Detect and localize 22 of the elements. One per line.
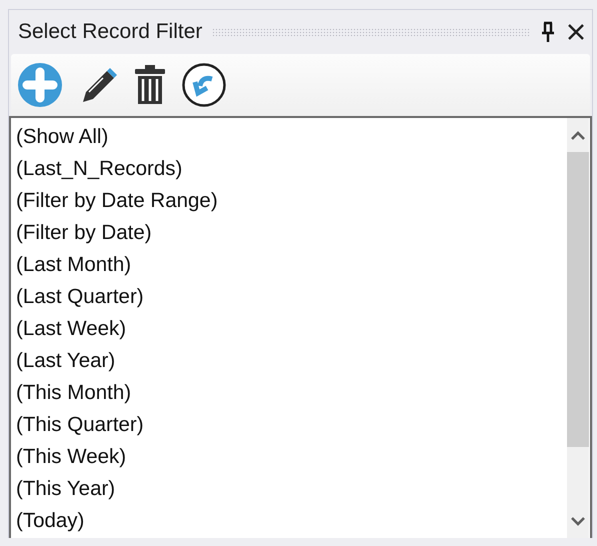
drag-grip[interactable] <box>212 28 530 36</box>
filter-item[interactable]: (Last Month) <box>11 249 567 281</box>
filter-item[interactable]: (This Quarter) <box>11 409 567 441</box>
filter-item[interactable]: (Today) <box>11 505 567 537</box>
filter-item[interactable]: (Last Quarter) <box>11 281 567 313</box>
delete-button[interactable] <box>133 64 167 106</box>
filter-item[interactable]: (This Week) <box>11 441 567 473</box>
back-button[interactable] <box>181 62 227 108</box>
close-button[interactable] <box>566 22 586 42</box>
pin-button[interactable] <box>540 21 556 43</box>
add-button[interactable] <box>17 62 63 108</box>
scroll-thumb[interactable] <box>567 152 589 447</box>
filter-item[interactable]: (Filter by Date Range) <box>11 185 567 217</box>
scrollbar[interactable] <box>567 118 589 538</box>
filter-item[interactable]: (Show All) <box>11 121 567 153</box>
filter-item[interactable]: (Last_N_Records) <box>11 153 567 185</box>
panel-title: Select Record Filter <box>18 20 202 44</box>
filter-item[interactable]: (This Year) <box>11 473 567 505</box>
filter-item[interactable]: (This Month) <box>11 377 567 409</box>
filter-item[interactable]: (Last Year) <box>11 345 567 377</box>
filter-item[interactable]: (Filter by Date) <box>11 217 567 249</box>
filter-item[interactable]: (Last Week) <box>11 313 567 345</box>
